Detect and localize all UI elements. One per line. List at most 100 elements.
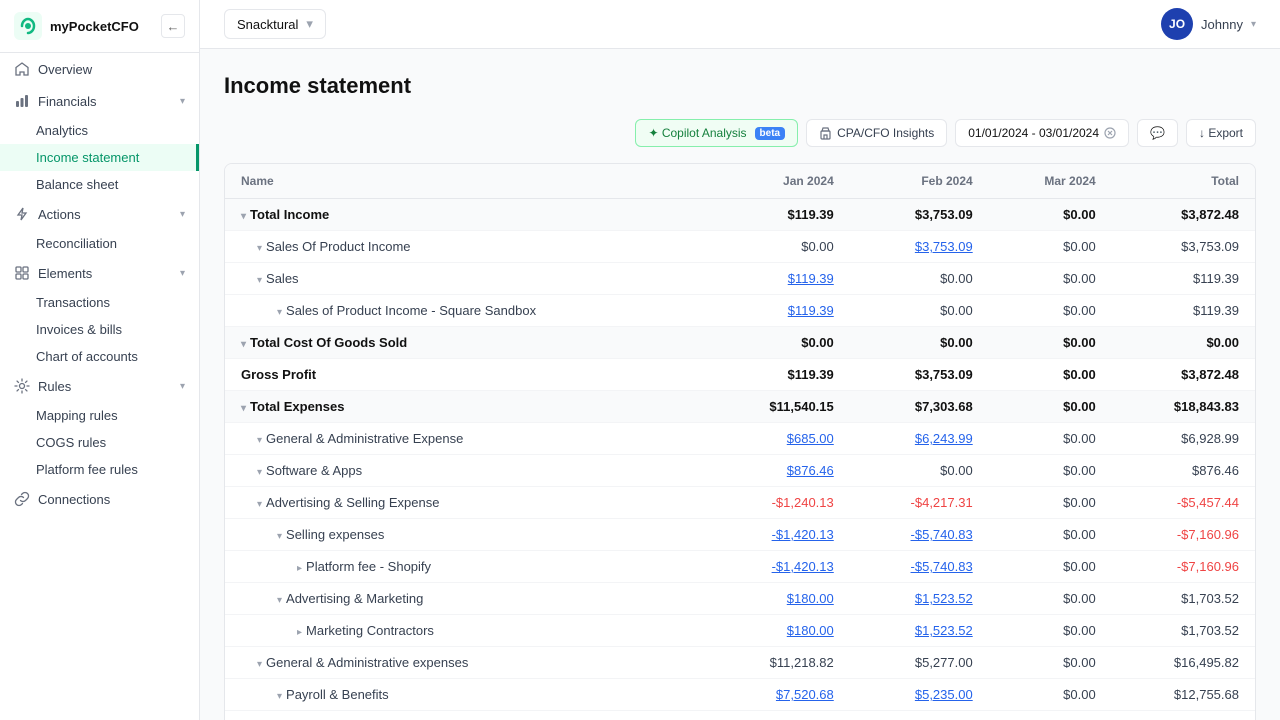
table-row-value-cell[interactable]: -$5,740.83	[850, 551, 989, 583]
sidebar-section-financials[interactable]: Financials ▾	[0, 85, 199, 117]
collapse-icon[interactable]: ▾	[277, 307, 282, 318]
table-row: ▾Sales$119.39$0.00$0.00$119.39	[225, 263, 1255, 295]
table-row-value-cell[interactable]: $6,243.99	[850, 423, 989, 455]
table-row-value-cell[interactable]: -$1,420.13	[708, 551, 850, 583]
sidebar-item-reconciliation[interactable]: Reconciliation	[0, 230, 199, 257]
table-row: ▾Total Income$119.39$3,753.09$0.00$3,872…	[225, 199, 1255, 231]
sidebar-item-invoices-bills[interactable]: Invoices & bills	[0, 316, 199, 343]
row-name: Platform fee - Shopify	[306, 559, 431, 574]
export-label: ↓ Export	[1199, 126, 1243, 140]
export-button[interactable]: ↓ Export	[1186, 119, 1256, 147]
table-row-value-cell: -$7,160.96	[1112, 519, 1255, 551]
sidebar-item-mapping-rules[interactable]: Mapping rules	[0, 402, 199, 429]
table-row-value-cell[interactable]: $5,235.00	[850, 679, 989, 711]
sidebar-section-actions[interactable]: Actions ▾	[0, 198, 199, 230]
sidebar-item-cogs-rules[interactable]: COGS rules	[0, 429, 199, 456]
collapse-icon[interactable]: ▾	[257, 467, 262, 478]
sidebar-label-actions: Actions	[38, 207, 81, 222]
table-row-value-cell[interactable]: -$1,420.13	[708, 519, 850, 551]
table-row-value-cell: $0.00	[989, 391, 1112, 423]
comment-button[interactable]: 💬	[1137, 119, 1178, 147]
sidebar-item-analytics[interactable]: Analytics	[0, 117, 199, 144]
sidebar-item-income-statement[interactable]: Income statement	[0, 144, 199, 171]
collapse-icon[interactable]: ▾	[257, 499, 262, 510]
table-row-value-cell[interactable]: $876.46	[708, 455, 850, 487]
content-area: Income statement ✦ Copilot Analysis beta…	[200, 49, 1280, 720]
copilot-analysis-button[interactable]: ✦ Copilot Analysis beta	[635, 119, 798, 147]
table-row-value-cell: $5,277.00	[850, 647, 989, 679]
sidebar-section-elements[interactable]: Elements ▾	[0, 257, 199, 289]
sidebar-item-transactions[interactable]: Transactions	[0, 289, 199, 316]
comment-icon: 💬	[1150, 126, 1165, 140]
table-row-value-cell: $0.00	[850, 263, 989, 295]
table-row-name-cell: ▸ Marketing Contractors	[225, 615, 708, 647]
sidebar-item-chart-of-accounts[interactable]: Chart of accounts	[0, 343, 199, 370]
sidebar-item-overview[interactable]: Overview	[0, 53, 199, 85]
table-row: ▾Total Cost Of Goods Sold$0.00$0.00$0.00…	[225, 327, 1255, 359]
table-row-value-cell[interactable]: -$5,740.83	[850, 519, 989, 551]
collapse-icon[interactable]: ▾	[241, 211, 246, 222]
page-title: Income statement	[224, 73, 1256, 99]
table-row-value-cell: $0.00	[850, 295, 989, 327]
table-row: ▾Software & Apps$876.46$0.00$0.00$876.46	[225, 455, 1255, 487]
date-range-picker[interactable]: 01/01/2024 - 03/01/2024	[955, 119, 1129, 147]
table-row: ▾General & Administrative expenses$11,21…	[225, 647, 1255, 679]
table-row-value-cell[interactable]: $7,520.68	[708, 679, 850, 711]
table-row-value-cell: $0.00	[850, 711, 989, 720]
user-menu[interactable]: JO Johnny ▾	[1161, 8, 1256, 40]
table-row-value-cell[interactable]: $685.00	[708, 423, 850, 455]
row-name: Advertising & Marketing	[286, 591, 423, 606]
collapse-icon[interactable]: ▾	[277, 595, 282, 606]
table-row-value-cell[interactable]: $119.39	[708, 295, 850, 327]
collapse-icon[interactable]: ▾	[277, 691, 282, 702]
sidebar-item-balance-sheet[interactable]: Balance sheet	[0, 171, 199, 198]
sidebar-label-elements: Elements	[38, 266, 92, 281]
table-row-value-cell: $7,303.68	[850, 391, 989, 423]
sidebar-item-platform-fee-rules[interactable]: Platform fee rules	[0, 456, 199, 483]
collapse-icon[interactable]: ▾	[257, 275, 262, 286]
table-row-value-cell[interactable]: $180.00	[708, 615, 850, 647]
collapse-icon[interactable]: ▾	[257, 435, 262, 446]
close-icon	[1104, 127, 1116, 139]
table-row-name-cell: ▾Sales Of Product Income	[225, 231, 708, 263]
table-row-value-cell[interactable]: $3,753.09	[850, 231, 989, 263]
collapse-icon[interactable]: ▸	[297, 563, 302, 574]
row-name: Marketing Contractors	[306, 623, 434, 638]
table-row: ▸Health Insurance$7,433.66$0.00$0.00$7,4…	[225, 711, 1255, 720]
table-row-value-cell: $0.00	[989, 519, 1112, 551]
table-row-value-cell: $12,755.68	[1112, 679, 1255, 711]
table-row-value-cell: $0.00	[989, 487, 1112, 519]
row-name: General & Administrative expenses	[266, 655, 468, 670]
row-name: Total Cost Of Goods Sold	[250, 335, 407, 350]
table-row-value-cell[interactable]: $119.39	[708, 263, 850, 295]
table-row: ▾ General & Administrative Expense $685.00…	[225, 423, 1255, 455]
collapse-icon[interactable]: ▾	[277, 531, 282, 542]
cpa-insights-button[interactable]: CPA/CFO Insights	[806, 119, 947, 147]
back-button[interactable]: ←	[161, 14, 185, 38]
table-row-value-cell[interactable]: $1,523.52	[850, 615, 989, 647]
table-row-value-cell[interactable]: $180.00	[708, 583, 850, 615]
table-row-name-cell: ▾ Total Cost Of Goods Sold	[225, 327, 708, 359]
collapse-icon[interactable]: ▾	[241, 403, 246, 414]
table-row-value-cell[interactable]: $7,433.66	[708, 711, 850, 720]
sidebar-section-rules[interactable]: Rules ▾	[0, 370, 199, 402]
collapse-icon[interactable]: ▾	[241, 339, 246, 350]
main-content: Snacktural ▾ JO Johnny ▾ Income statemen…	[200, 0, 1280, 720]
table-row-value-cell: $0.00	[989, 263, 1112, 295]
table-row-value-cell: $3,753.09	[850, 359, 989, 391]
table-row-value-cell: $6,928.99	[1112, 423, 1255, 455]
table-row-value-cell[interactable]: $1,523.52	[850, 583, 989, 615]
table-row-value-cell: $0.00	[989, 583, 1112, 615]
company-selector[interactable]: Snacktural ▾	[224, 9, 326, 39]
table-row-value-cell: -$5,457.44	[1112, 487, 1255, 519]
table-row: Gross Profit$119.39$3,753.09$0.00$3,872.…	[225, 359, 1255, 391]
table-row: ▾Total Expenses$11,540.15$7,303.68$0.00$…	[225, 391, 1255, 423]
collapse-icon[interactable]: ▾	[257, 659, 262, 670]
collapse-icon[interactable]: ▾	[257, 243, 262, 254]
table-row-name-cell: ▾Payroll & Benefits	[225, 679, 708, 711]
table-row: ▾Selling expenses-$1,420.13-$5,740.83$0.…	[225, 519, 1255, 551]
sidebar-item-connections[interactable]: Connections	[0, 483, 199, 515]
table-row-name-cell: ▾Total Expenses	[225, 391, 708, 423]
collapse-icon[interactable]: ▸	[297, 627, 302, 638]
row-name: General & Administrative Expense	[266, 431, 463, 446]
